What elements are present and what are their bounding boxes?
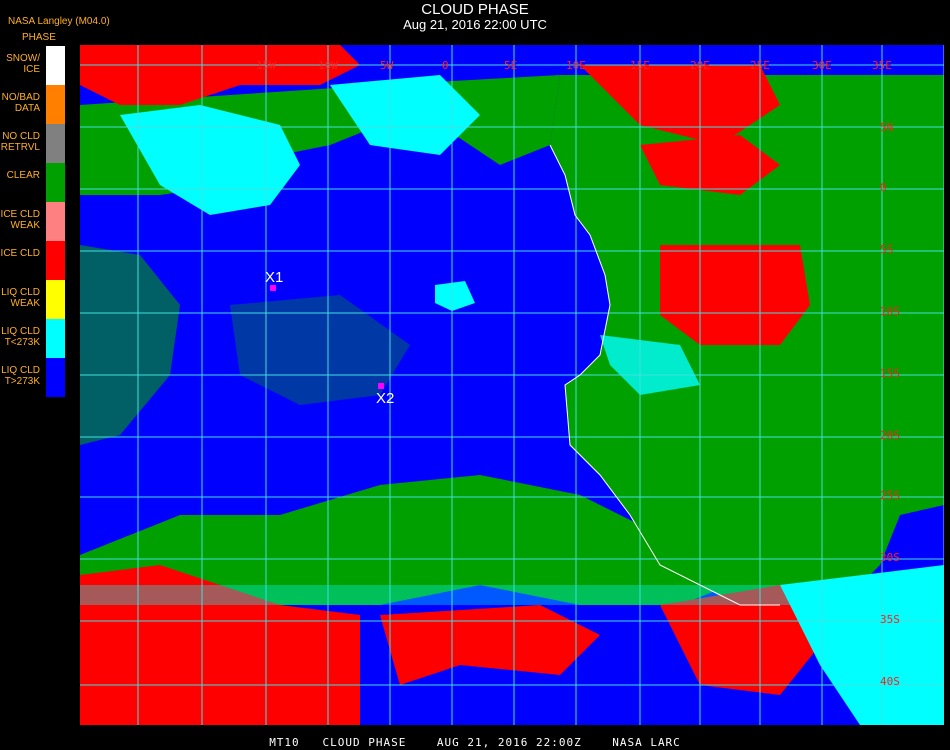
latitude-label: 40S <box>880 675 900 688</box>
legend-label: LIQ CLD T<273K <box>1 326 40 348</box>
footer-caption: MT10 CLOUD PHASE AUG 21, 2016 22:00Z NAS… <box>269 736 681 749</box>
map-title: CLOUD PHASE <box>421 1 529 18</box>
legend-label: SNOW/ ICE <box>6 53 40 75</box>
longitude-label: 25E <box>750 59 770 72</box>
map-timestamp: Aug 21, 2016 22:00 UTC <box>403 17 547 32</box>
legend-label: ICE CLD <box>0 248 40 259</box>
longitude-label: 20E <box>690 59 710 72</box>
latitude-label: 20S <box>880 429 900 442</box>
longitude-label: 10E <box>566 59 586 72</box>
legend-swatch <box>46 202 65 241</box>
legend-item: LIQ CLD WEAK <box>0 280 66 319</box>
legend-item: LIQ CLD T<273K <box>0 319 66 358</box>
latitude-label: 35S <box>880 613 900 626</box>
legend-swatch <box>46 46 65 85</box>
longitude-label: 5E <box>504 59 517 72</box>
south-cold-liquid-band <box>80 585 940 605</box>
longitude-label: 15W <box>256 59 276 72</box>
site-marker <box>378 383 384 389</box>
legend-item: ICE CLD WEAK <box>0 202 66 241</box>
legend-item: NO CLD RETRVL <box>0 124 66 163</box>
cloud-phase-map: 15W 10W 5W 0 5E 10E 15E 20E 25E 30E 35E 5N 0 5S 10S 15… <box>80 45 944 725</box>
site-marker-label: X1 <box>265 269 283 286</box>
legend-item: CLEAR <box>0 163 66 202</box>
legend-label: CLEAR <box>6 170 40 181</box>
latitude-label: 25S <box>880 489 900 502</box>
legend-swatch <box>46 85 65 124</box>
legend-item: LIQ CLD T>273K <box>0 358 66 397</box>
longitude-label: 15E <box>630 59 650 72</box>
africa-ice-cloud <box>660 245 810 345</box>
legend-swatch <box>46 358 65 397</box>
legend-item: SNOW/ ICE <box>0 46 66 85</box>
legend-swatch <box>46 280 65 319</box>
legend-label: LIQ CLD T>273K <box>1 365 40 387</box>
legend-label: ICE CLD WEAK <box>0 209 40 231</box>
latitude-label: 5N <box>880 121 893 134</box>
legend-swatch <box>46 241 65 280</box>
legend-label: NO/BAD DATA <box>1 92 40 114</box>
latitude-label: 0 <box>880 181 887 194</box>
longitude-label: 0 <box>442 59 449 72</box>
legend-label: LIQ CLD WEAK <box>1 287 40 309</box>
legend-item: NO/BAD DATA <box>0 85 66 124</box>
legend-swatch <box>46 319 65 358</box>
latitude-label: 10S <box>880 305 900 318</box>
credit-label: NASA Langley (M04.0) <box>8 16 110 27</box>
longitude-label: 5W <box>380 59 394 72</box>
latitude-label: 30S <box>880 551 900 564</box>
legend-item: ICE CLD <box>0 241 66 280</box>
longitude-label: 30E <box>812 59 832 72</box>
longitude-label: 10W <box>318 59 338 72</box>
latitude-label: 5S <box>880 243 893 256</box>
legend-label: NO CLD RETRVL <box>0 131 40 153</box>
longitude-label: 35E <box>872 59 892 72</box>
legend-swatch <box>46 163 65 202</box>
legend-heading: PHASE <box>22 32 56 43</box>
site-marker-label: X2 <box>376 390 394 407</box>
legend-swatch <box>46 124 65 163</box>
latitude-label: 15S <box>880 367 900 380</box>
